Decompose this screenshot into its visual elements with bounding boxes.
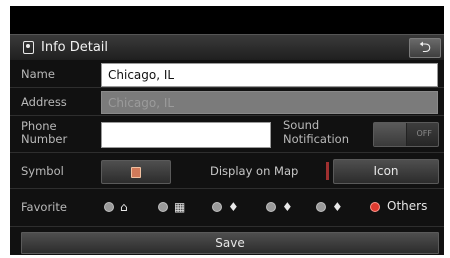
radio-favorite-2 bbox=[266, 202, 276, 212]
phone-sound-row: Phone Number Sound Notification OFF bbox=[10, 116, 444, 153]
favorite-option-1[interactable]: ♦ bbox=[212, 199, 250, 215]
detail-panel: Name Chicago, IL Address Chicago, IL Pho… bbox=[10, 61, 444, 255]
symbol-label: Symbol bbox=[21, 164, 64, 178]
radio-others bbox=[370, 202, 380, 212]
separator-marker bbox=[326, 162, 329, 180]
phone-number-field[interactable] bbox=[101, 122, 271, 148]
page-title: Info Detail bbox=[41, 40, 109, 55]
toggle-state-text: OFF bbox=[416, 129, 433, 138]
sound-label-line1: Sound bbox=[283, 118, 320, 132]
address-label: Address bbox=[21, 95, 67, 109]
home-icon: ⌂ bbox=[120, 200, 128, 214]
address-row: Address Chicago, IL bbox=[10, 88, 444, 116]
favorite-option-others[interactable]: Others bbox=[370, 199, 442, 215]
display-on-map-label: Display on Map bbox=[210, 164, 299, 178]
symbol-button[interactable] bbox=[101, 160, 171, 184]
sound-notification-toggle[interactable]: OFF bbox=[373, 122, 439, 147]
back-button[interactable]: ⮌ bbox=[409, 38, 441, 58]
radio-favorite-1 bbox=[212, 202, 222, 212]
name-field[interactable]: Chicago, IL bbox=[101, 63, 438, 87]
status-area bbox=[10, 6, 444, 34]
favorite-2-icon: ♦ bbox=[282, 200, 293, 214]
office-building-icon: ▦ bbox=[174, 200, 186, 214]
toggle-knob bbox=[374, 123, 407, 146]
poi-marker-icon bbox=[131, 167, 141, 178]
favorite-row: Favorite ⌂ ▦ ♦ ♦ ♦ Others bbox=[10, 189, 444, 227]
others-label: Others bbox=[387, 199, 428, 213]
favorite-label: Favorite bbox=[21, 200, 67, 214]
name-row: Name Chicago, IL bbox=[10, 61, 444, 88]
symbol-row: Symbol Display on Map Icon bbox=[10, 153, 444, 189]
save-button[interactable]: Save bbox=[21, 232, 439, 254]
favorite-option-office[interactable]: ▦ bbox=[158, 199, 196, 215]
name-label: Name bbox=[21, 67, 55, 81]
favorite-1-icon: ♦ bbox=[228, 200, 239, 214]
favorite-option-home[interactable]: ⌂ bbox=[104, 199, 142, 215]
display-on-map-button[interactable]: Icon bbox=[333, 159, 439, 184]
info-pin-icon bbox=[23, 41, 34, 54]
favorite-3-icon: ♦ bbox=[332, 200, 343, 214]
favorite-option-2[interactable]: ♦ bbox=[266, 199, 304, 215]
radio-office bbox=[158, 202, 168, 212]
info-detail-screen: Info Detail ⮌ Name Chicago, IL Address C… bbox=[10, 6, 444, 255]
phone-label-line2: Number bbox=[21, 132, 68, 146]
radio-home bbox=[104, 202, 114, 212]
title-bar: Info Detail ⮌ bbox=[10, 34, 444, 61]
back-arrow-icon: ⮌ bbox=[418, 38, 431, 56]
address-field: Chicago, IL bbox=[101, 91, 438, 114]
radio-favorite-3 bbox=[316, 202, 326, 212]
favorite-option-3[interactable]: ♦ bbox=[316, 199, 354, 215]
sound-label-line2: Notification bbox=[283, 132, 349, 146]
